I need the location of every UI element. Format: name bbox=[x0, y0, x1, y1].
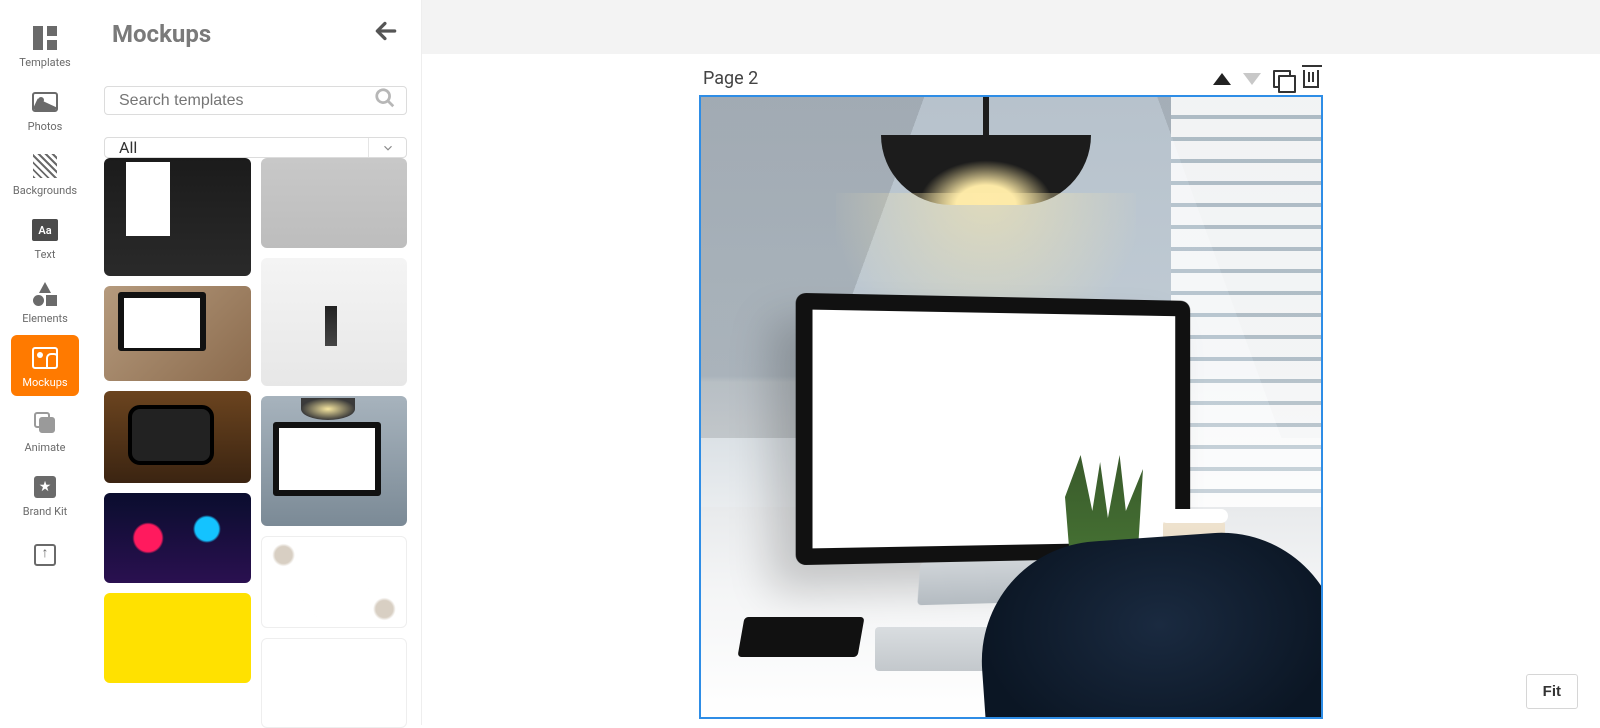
photos-icon bbox=[32, 89, 58, 115]
canvas-viewport[interactable]: Page 2 bbox=[422, 54, 1600, 725]
rail-templates[interactable]: Templates bbox=[11, 15, 79, 75]
search-templates[interactable] bbox=[104, 86, 407, 115]
rail-label: Templates bbox=[19, 57, 70, 69]
rail-label: Animate bbox=[25, 442, 66, 454]
panel-header: Mockups bbox=[90, 0, 421, 58]
rail-photos[interactable]: Photos bbox=[11, 79, 79, 139]
page-header: Page 2 bbox=[699, 68, 1323, 95]
rail-text[interactable]: Aa Text bbox=[11, 207, 79, 267]
canvas-area: Page 2 bbox=[422, 0, 1600, 725]
move-page-down-icon[interactable] bbox=[1243, 73, 1261, 85]
left-icon-rail: Templates Photos Backgrounds Aa Text Ele… bbox=[0, 0, 90, 725]
rail-label: Text bbox=[35, 249, 56, 261]
design-page[interactable] bbox=[699, 95, 1323, 719]
mockup-thumbnail[interactable] bbox=[261, 638, 408, 728]
top-toolbar bbox=[422, 0, 1600, 54]
text-icon: Aa bbox=[32, 217, 58, 243]
category-filter[interactable]: All bbox=[104, 137, 407, 158]
duplicate-page-icon[interactable] bbox=[1273, 70, 1291, 88]
filter-selected-value: All bbox=[105, 138, 368, 157]
arrow-left-icon bbox=[373, 18, 399, 44]
rail-mockups[interactable]: Mockups bbox=[11, 335, 79, 395]
mockup-thumbnail[interactable] bbox=[261, 536, 408, 628]
move-page-up-icon[interactable] bbox=[1213, 73, 1231, 85]
zoom-fit-button[interactable]: Fit bbox=[1526, 674, 1578, 709]
mockups-panel: Mockups Explore Saved Mockups All bbox=[90, 0, 422, 725]
rail-label: Elements bbox=[22, 313, 68, 325]
elements-icon bbox=[32, 281, 58, 307]
backgrounds-icon bbox=[32, 153, 58, 179]
rail-label: Mockups bbox=[22, 377, 67, 389]
upload-icon bbox=[32, 542, 58, 568]
panel-back-button[interactable] bbox=[373, 18, 399, 50]
mockup-thumbnail[interactable] bbox=[104, 286, 251, 381]
mockup-thumbnail[interactable] bbox=[104, 593, 251, 683]
rail-label: Brand Kit bbox=[23, 506, 68, 518]
brandkit-icon: ★ bbox=[32, 474, 58, 500]
search-input[interactable] bbox=[105, 92, 364, 110]
page-tools bbox=[1213, 70, 1319, 88]
mockup-thumbnail[interactable] bbox=[261, 258, 408, 386]
mockup-thumbnail[interactable] bbox=[261, 396, 408, 526]
mockup-scene bbox=[701, 97, 1321, 717]
delete-page-icon[interactable] bbox=[1303, 70, 1319, 88]
rail-elements[interactable]: Elements bbox=[11, 271, 79, 331]
rail-label: Photos bbox=[28, 121, 63, 133]
panel-title: Mockups bbox=[112, 20, 211, 48]
rail-label: Backgrounds bbox=[13, 185, 77, 197]
chevron-down-icon bbox=[368, 138, 406, 157]
mockups-icon bbox=[32, 345, 58, 371]
templates-icon bbox=[32, 25, 58, 51]
mockup-thumbnail[interactable] bbox=[104, 493, 251, 583]
search-icon bbox=[364, 87, 406, 114]
rail-upload[interactable] bbox=[11, 532, 79, 574]
mockup-thumbnail[interactable] bbox=[104, 158, 251, 276]
page-frame: Page 2 bbox=[699, 68, 1323, 719]
rail-brand-kit[interactable]: ★ Brand Kit bbox=[11, 464, 79, 524]
mockup-thumbnail[interactable] bbox=[104, 391, 251, 483]
rail-backgrounds[interactable]: Backgrounds bbox=[11, 143, 79, 203]
page-title: Page 2 bbox=[703, 68, 758, 89]
mockup-thumbnail[interactable] bbox=[261, 158, 408, 248]
rail-animate[interactable]: Animate bbox=[11, 400, 79, 460]
mockups-grid bbox=[104, 164, 407, 728]
animate-icon bbox=[32, 410, 58, 436]
